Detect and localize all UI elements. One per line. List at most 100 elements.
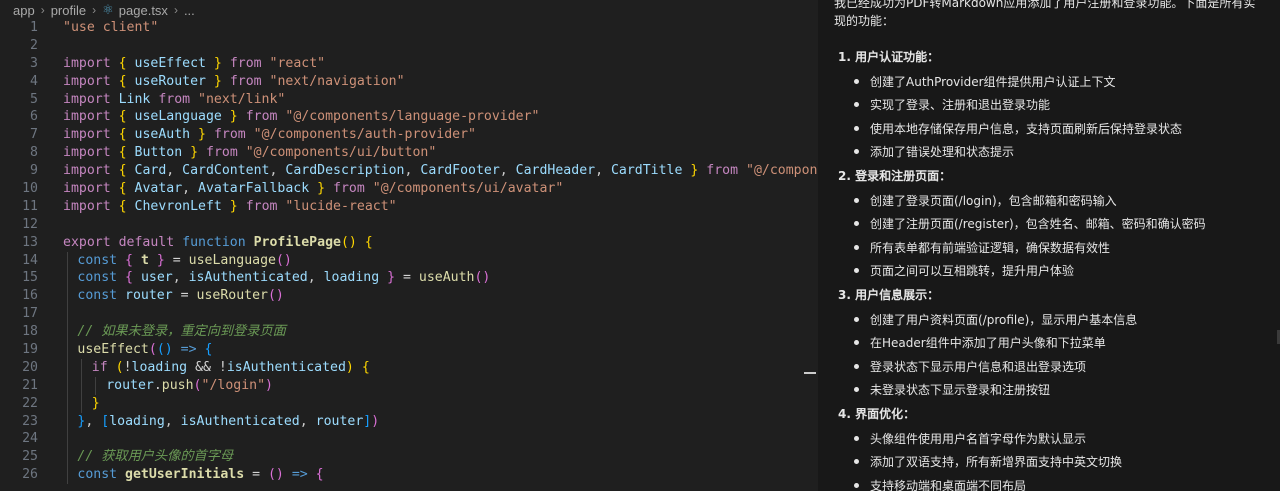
code-line[interactable]: 24	[0, 430, 818, 449]
code-token: =	[395, 270, 419, 286]
code-token: useEffect	[77, 342, 149, 358]
code-text: const { t } = useLanguage()	[77, 252, 291, 270]
line-number: 10	[22, 181, 38, 197]
code-line[interactable]: 10 import { Avatar, AvatarFallback } from…	[0, 180, 818, 198]
chat-panel: 我已经成功为PDF转Markdown应用添加了用户注册和登录功能。下面是所有实现…	[818, 0, 1280, 491]
code-token: {	[125, 270, 133, 286]
line-number: 24	[22, 431, 38, 447]
code-line[interactable]: 15 const { user, isAuthenticated, loading…	[0, 269, 818, 288]
code-line[interactable]: 2	[0, 37, 818, 55]
code-token: push	[161, 377, 194, 393]
code-token: ()	[267, 288, 284, 304]
code-line[interactable]: 20 if (!loading && !isAuthenticated) {	[0, 358, 818, 377]
code-text: import Link from "next/link"	[63, 91, 285, 109]
code-line[interactable]: 7 import { useAuth } from "@/components/a…	[0, 126, 818, 144]
code-token: {	[204, 342, 213, 358]
code-token: }	[213, 55, 222, 71]
minus-icon[interactable]	[804, 372, 816, 374]
line-number: 4	[30, 73, 38, 89]
list-item-text: 在Header组件中添加了用户头像和下拉菜单	[870, 336, 1106, 350]
code-token: =	[164, 252, 189, 268]
code-token: from	[245, 198, 278, 214]
code-token: import	[63, 73, 111, 89]
code-line[interactable]: 16 const router = useRouter()	[0, 287, 818, 306]
code-token: ()	[340, 234, 357, 250]
list-item: 所有表单都有前端验证逻辑，确保数据有效性	[854, 239, 1111, 256]
code-line[interactable]: 9 import { Card, CardContent, CardDescrip…	[0, 162, 818, 180]
code-line[interactable]: 26 const getUserInitials = () => {	[0, 466, 818, 485]
indent-guide	[81, 376, 82, 395]
bullet-dot	[854, 102, 859, 107]
code-token: const	[77, 270, 118, 286]
code-token: loading	[109, 413, 165, 429]
code-line[interactable]: 11 import { ChevronLeft } from "lucide-re…	[0, 198, 818, 216]
code-line[interactable]: 25 // 获取用户头像的首字母	[0, 448, 818, 467]
code-line[interactable]: 12	[0, 216, 818, 234]
code-token: useAuth	[418, 270, 475, 286]
bullet-dot	[854, 435, 859, 441]
breadcrumb-profile[interactable]: profile	[51, 3, 86, 18]
list-item: 实现了登录、注册和退出登录功能	[854, 96, 1050, 113]
code-token: ,	[404, 163, 421, 179]
code-token: .	[153, 377, 162, 393]
breadcrumb-app[interactable]: app	[13, 3, 35, 18]
indent-guide	[81, 358, 82, 377]
code-token: function	[182, 234, 246, 250]
list-item-text: 所有表单都有前端验证逻辑，确保数据有效性	[870, 240, 1111, 255]
code-line[interactable]: 23}, [loading, isAuthenticated, router])	[0, 412, 818, 431]
code-token: router	[315, 413, 364, 429]
code-line[interactable]: 17	[0, 305, 818, 324]
list-item: 登录状态下显示用户信息和退出登录选项	[854, 358, 1086, 375]
code-text: import { Card, CardContent, CardDescript…	[63, 162, 818, 180]
breadcrumb-file[interactable]: page.tsx	[119, 3, 168, 18]
code-token: isAuthenticated	[180, 413, 300, 429]
code-token: [	[101, 413, 110, 429]
code-line[interactable]: 1 "use client"	[0, 19, 818, 37]
code-token: import	[63, 198, 111, 214]
code-line[interactable]: 18 // 如果未登录，重定向到登录页面	[0, 323, 818, 342]
code-line[interactable]: 13 export default function ProfilePage() …	[0, 234, 818, 252]
code-line[interactable]: 22}	[0, 394, 818, 413]
code-token: "react"	[269, 55, 326, 71]
code-token: from	[158, 91, 191, 107]
code-token: ProfilePage	[253, 234, 341, 250]
code-line[interactable]: 6 import { useLanguage } from "@/componen…	[0, 108, 818, 126]
code-token: "@/components/ui/avatar"	[372, 181, 564, 197]
code-line[interactable]: 4 import { useRouter } from "next/navigat…	[0, 73, 818, 91]
chat-intro-text: 我已经成功为PDF转Markdown应用添加了用户注册和登录功能。下面是所有实现…	[834, 0, 1256, 28]
code-token: ,	[85, 413, 102, 429]
code-token: Button	[134, 145, 183, 161]
code-line[interactable]: 21 router.push("/login")	[0, 376, 818, 395]
code-token: ,	[182, 181, 199, 197]
line-number: 2	[30, 37, 38, 53]
code-line[interactable]: 3 import { useEffect } from "react"	[0, 55, 818, 73]
list-item: 添加了双语支持，所有新增界面支持中英文切换	[854, 453, 1122, 470]
code-token: {	[315, 467, 324, 483]
code-editor[interactable]: app › profile › ⚛ page.tsx › ... 1 "use c…	[0, 0, 818, 491]
code-token: router	[106, 377, 154, 393]
react-file-icon: ⚛	[102, 2, 114, 17]
line-number: 22	[22, 395, 38, 411]
list-item-text: 头像组件使用用户名首字母作为默认显示	[870, 431, 1087, 446]
code-line[interactable]: 14 const { t } = useLanguage()	[0, 251, 818, 270]
code-text: }	[92, 395, 100, 413]
breadcrumb-more[interactable]: ...	[184, 3, 195, 18]
code-area[interactable]: 1 "use client" 2 3 import { useEffect } from…	[0, 19, 818, 485]
code-line[interactable]: 5 import Link from "next/link"	[0, 91, 818, 109]
code-line[interactable]: 19 useEffect(() => {	[0, 341, 818, 359]
list-item: 创建了登录页面(/login)，包含邮箱和密码输入	[854, 192, 1117, 209]
list-item: 创建了用户资料页面(/profile)，显示用户基本信息	[854, 311, 1137, 328]
code-line[interactable]: 8 import { Button } from "@/components/ui…	[0, 144, 818, 162]
code-text: export default function ProfilePage() {	[63, 234, 373, 252]
chevron-right-icon: ›	[92, 3, 97, 17]
code-token: "lucide-react"	[285, 198, 397, 214]
